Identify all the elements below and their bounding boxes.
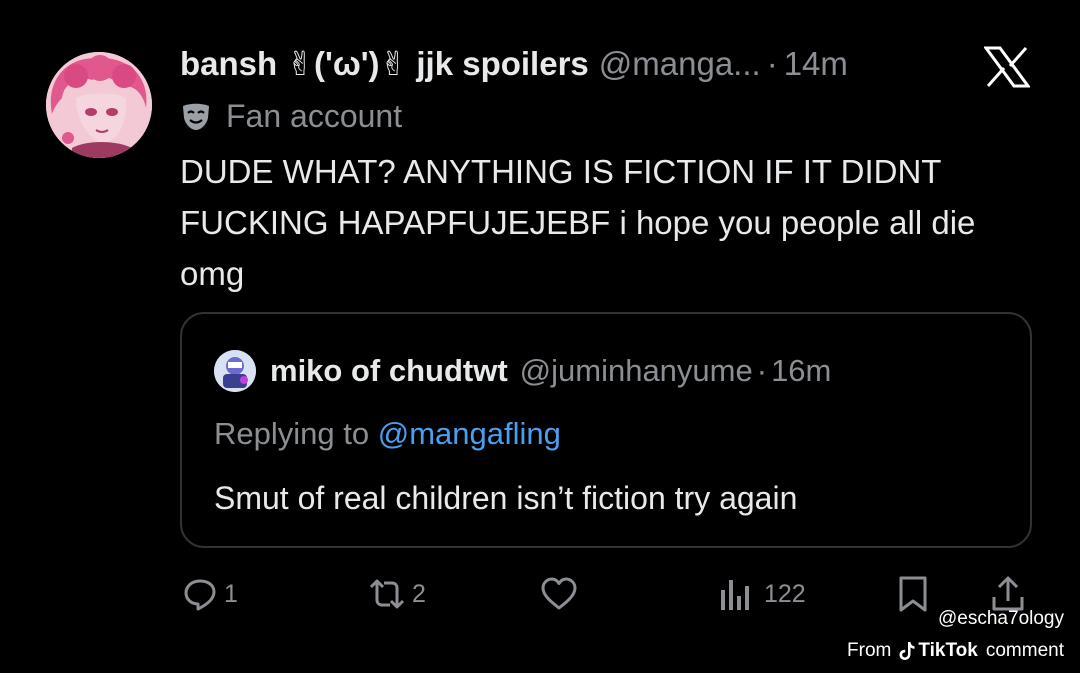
watermark-handle: @escha7ology xyxy=(938,608,1064,629)
author-handle[interactable]: @manga... xyxy=(599,44,761,84)
replying-to-prefix: Replying to xyxy=(214,416,378,451)
account-label: Fan account xyxy=(180,96,402,136)
tweet-header: bansh ✌('ω')✌ jjk spoilers @manga... · 1… xyxy=(180,44,848,84)
quoted-author-avatar[interactable] xyxy=(214,350,256,392)
like-button[interactable] xyxy=(540,574,578,614)
watermark-suffix: comment xyxy=(985,640,1064,661)
reply-icon xyxy=(184,579,216,611)
replying-to-mention[interactable]: @mangafling xyxy=(378,416,561,451)
like-icon xyxy=(541,577,577,610)
quoted-header-separator: · xyxy=(756,353,768,388)
reply-button[interactable]: 1 xyxy=(182,574,238,614)
quoted-tweet-text: Smut of real children isn’t fiction try … xyxy=(214,480,798,516)
views-button[interactable]: 122 xyxy=(718,574,806,614)
author-name[interactable]: bansh ✌('ω')✌ jjk spoilers xyxy=(180,44,589,84)
replying-to: Replying to @mangafling xyxy=(214,414,561,454)
tweet-timestamp[interactable]: 14m xyxy=(784,44,848,84)
bookmark-icon xyxy=(899,576,927,612)
watermark-brand: TikTok xyxy=(918,640,978,661)
x-logo-icon xyxy=(984,46,1030,88)
watermark-source: From TikTok comment xyxy=(847,640,1064,662)
quoted-author-handle[interactable]: @juminhanyume xyxy=(520,351,753,391)
watermark-from-text: From xyxy=(847,640,892,661)
account-label-text: Fan account xyxy=(226,97,403,134)
action-bar: 1 2 122 xyxy=(0,574,1080,614)
mask-icon xyxy=(180,100,212,132)
views-icon xyxy=(721,580,749,610)
quoted-tweet[interactable]: miko of chudtwt @juminhanyume · 16m Repl… xyxy=(180,312,1032,548)
quoted-tweet-header: miko of chudtwt @juminhanyume · 16m xyxy=(214,350,831,392)
views-count: 122 xyxy=(764,579,806,608)
bookmark-button[interactable] xyxy=(896,574,930,614)
header-separator: · xyxy=(766,45,778,82)
reply-count: 1 xyxy=(224,579,238,608)
tweet-text: DUDE WHAT? ANYTHING IS FICTION IF IT DID… xyxy=(180,153,976,292)
author-avatar[interactable] xyxy=(46,52,152,158)
repost-button[interactable]: 2 xyxy=(368,574,426,614)
quoted-timestamp[interactable]: 16m xyxy=(771,351,831,391)
repost-count: 2 xyxy=(412,579,426,608)
repost-icon xyxy=(369,579,405,609)
tiktok-icon xyxy=(899,642,915,660)
quoted-author-name[interactable]: miko of chudtwt xyxy=(270,351,508,391)
